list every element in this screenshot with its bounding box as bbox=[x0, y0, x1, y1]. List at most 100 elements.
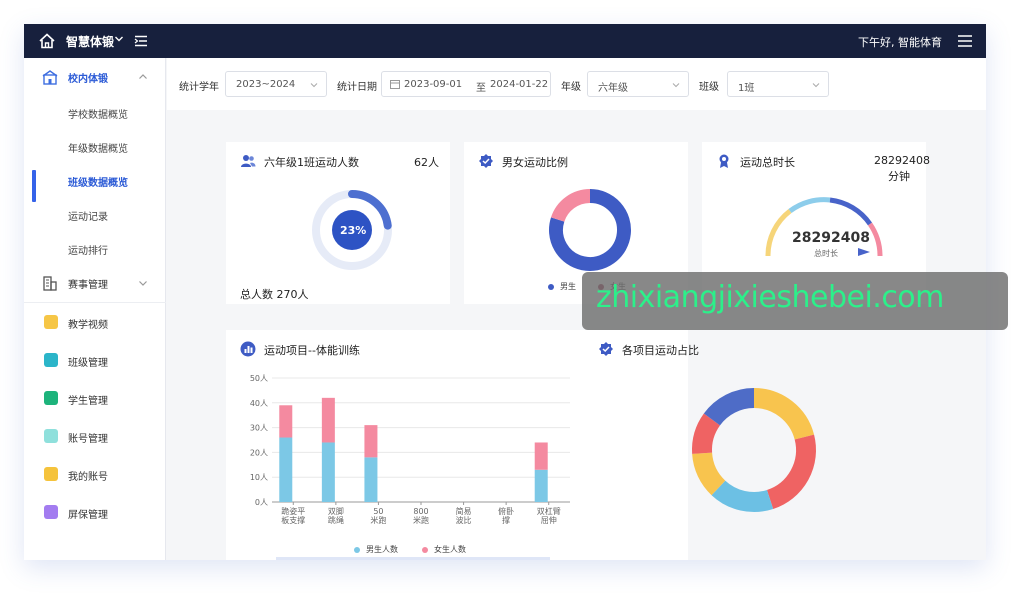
x-tick-label: 板支撑 bbox=[281, 515, 305, 525]
exercise-bar-chart: 0人10人20人30人40人50人跪姿平板支撑双脚跳绳50米跑800米跑简易波比… bbox=[250, 374, 570, 525]
chevron-up-icon[interactable] bbox=[138, 72, 148, 82]
legend-female-count: 女生人数 bbox=[422, 544, 466, 555]
chart-scrollbar[interactable] bbox=[276, 557, 550, 560]
verified-badge-icon bbox=[599, 342, 613, 356]
medal-icon bbox=[719, 154, 729, 168]
x-tick-label: 俯卧 bbox=[498, 506, 514, 516]
greeting-text: 下午好, 智能体育 bbox=[858, 36, 942, 49]
total-students: 总人数 270人 bbox=[240, 288, 309, 301]
x-tick-label: 50 bbox=[373, 507, 383, 516]
sidebar-item-account-management[interactable]: 账号管理 bbox=[24, 422, 166, 452]
donut-slice-4[interactable] bbox=[692, 413, 721, 454]
hamburger-menu-icon[interactable] bbox=[958, 35, 972, 47]
x-tick-label: 简易 bbox=[456, 506, 472, 516]
sidebar-item-grade-overview[interactable]: 年级数据概览 bbox=[24, 132, 166, 162]
legend-dot bbox=[422, 546, 428, 553]
legend-dot bbox=[548, 283, 554, 290]
sidebar-item-label: 教学视频 bbox=[68, 320, 108, 331]
x-tick-label: 撑 bbox=[502, 515, 510, 525]
sidebar-item-school-overview[interactable]: 学校数据概览 bbox=[24, 98, 166, 128]
watermark-banner: zhixiangjixieshebei.com bbox=[582, 272, 1008, 330]
year-select[interactable]: 2023~2024 bbox=[225, 71, 327, 97]
sidebar-item-label: 学校数据概览 bbox=[68, 110, 128, 121]
chevron-down-icon[interactable] bbox=[138, 278, 148, 288]
sidebar-item-label: 我的账号 bbox=[68, 472, 108, 483]
card-title: 运动项目--体能训练 bbox=[264, 344, 360, 357]
chevron-down-icon bbox=[812, 83, 820, 88]
sidebar-item-exercise-records[interactable]: 运动记录 bbox=[24, 200, 166, 230]
home-icon[interactable] bbox=[38, 32, 56, 50]
class-select-value: 1班 bbox=[738, 83, 755, 94]
x-tick-label: 米跑 bbox=[370, 515, 386, 525]
sidebar-item-my-account[interactable]: 我的账号 bbox=[24, 460, 166, 490]
sidebar-item-exercise-ranking[interactable]: 运动排行 bbox=[24, 234, 166, 264]
bar-male[interactable] bbox=[321, 442, 335, 502]
card-title: 男女运动比例 bbox=[502, 156, 568, 169]
gender-donut-chart bbox=[549, 189, 631, 271]
sidebar-divider bbox=[24, 302, 166, 303]
year-select-value: 2023~2024 bbox=[236, 79, 296, 90]
donut-slice-0[interactable] bbox=[753, 388, 815, 441]
y-tick-label: 10人 bbox=[250, 473, 268, 482]
sidebar-item-label: 班级管理 bbox=[68, 358, 108, 369]
sidebar-item-student-management[interactable]: 学生管理 bbox=[24, 384, 166, 414]
y-tick-label: 20人 bbox=[250, 448, 268, 457]
sidebar-item-teaching-video[interactable]: 教学视频 bbox=[24, 308, 166, 338]
item-share-card: 各项目运动占比 bbox=[584, 330, 926, 560]
donut-slice-5[interactable] bbox=[703, 388, 755, 426]
bar-male[interactable] bbox=[534, 469, 548, 502]
sidebar-item-class-overview[interactable]: 班级数据概览 bbox=[24, 166, 166, 202]
sidebar-item-label: 学生管理 bbox=[68, 396, 108, 407]
y-tick-label: 50人 bbox=[250, 374, 268, 383]
gauge-value: 28292408 bbox=[792, 230, 870, 246]
donut-slice-1[interactable] bbox=[766, 434, 816, 509]
app-title[interactable]: 智慧体锻 bbox=[66, 33, 114, 50]
donut-slice-3[interactable] bbox=[692, 452, 726, 496]
y-tick-label: 0人 bbox=[255, 498, 268, 507]
collapse-menu-icon[interactable] bbox=[134, 34, 148, 48]
grade-select-value: 六年级 bbox=[598, 83, 628, 94]
sidebar-group-events[interactable]: 赛事管理 bbox=[24, 266, 166, 300]
account-icon bbox=[44, 429, 58, 443]
sidebar-item-screensaver[interactable]: 屏保管理 bbox=[24, 498, 166, 528]
grade-select[interactable]: 六年级 bbox=[587, 71, 689, 97]
building-icon bbox=[43, 276, 57, 291]
sidebar: 校内体锻 学校数据概览 年级数据概览 班级数据概览 运动记录 运动排行 赛事管理 bbox=[24, 58, 166, 560]
filter-bar: 统计学年 2023~2024 统计日期 2023-09-01 至 2024-01… bbox=[167, 58, 986, 110]
sidebar-group-school[interactable]: 校内体锻 bbox=[24, 60, 166, 94]
bar-female[interactable] bbox=[534, 442, 548, 470]
date-from: 2023-09-01 bbox=[404, 79, 463, 90]
donut-slice-2[interactable] bbox=[711, 480, 774, 512]
date-range-picker[interactable]: 2023-09-01 至 2024-01-22 bbox=[381, 71, 551, 97]
users-icon bbox=[241, 155, 256, 167]
chevron-down-icon bbox=[310, 83, 318, 88]
screensaver-icon bbox=[44, 505, 58, 519]
sidebar-item-label: 运动排行 bbox=[68, 246, 108, 257]
y-tick-label: 30人 bbox=[250, 424, 268, 433]
participants-count: 62人 bbox=[414, 156, 439, 169]
grade-filter-label: 年级 bbox=[561, 82, 581, 93]
card-title: 六年级1班运动人数 bbox=[264, 156, 359, 169]
class-select[interactable]: 1班 bbox=[727, 71, 829, 97]
sidebar-item-class-management[interactable]: 班级管理 bbox=[24, 346, 166, 376]
sidebar-item-label: 年级数据概览 bbox=[68, 144, 128, 155]
bar-female[interactable] bbox=[364, 425, 378, 458]
x-tick-label: 跳绳 bbox=[328, 515, 344, 525]
date-filter-label: 统计日期 bbox=[337, 82, 377, 93]
bar-male[interactable] bbox=[364, 457, 378, 502]
legend-label: 女生人数 bbox=[434, 545, 466, 554]
duration-unit: 分钟 bbox=[888, 170, 910, 183]
bar-male[interactable] bbox=[279, 437, 293, 502]
sidebar-item-label: 运动记录 bbox=[68, 212, 108, 223]
date-separator: 至 bbox=[476, 83, 486, 94]
sidebar-item-label: 班级数据概览 bbox=[68, 178, 128, 189]
x-tick-label: 米跑 bbox=[413, 515, 429, 525]
y-tick-label: 40人 bbox=[250, 399, 268, 408]
donut-slice-female[interactable] bbox=[551, 189, 591, 223]
bar-female[interactable] bbox=[279, 405, 293, 438]
chevron-down-icon bbox=[672, 83, 680, 88]
participants-card: 六年级1班运动人数 62人 23% 总人数 270人 bbox=[226, 142, 450, 304]
chevron-down-icon[interactable] bbox=[114, 34, 124, 44]
bar-female[interactable] bbox=[321, 397, 335, 443]
x-tick-label: 双脚 bbox=[328, 506, 344, 516]
